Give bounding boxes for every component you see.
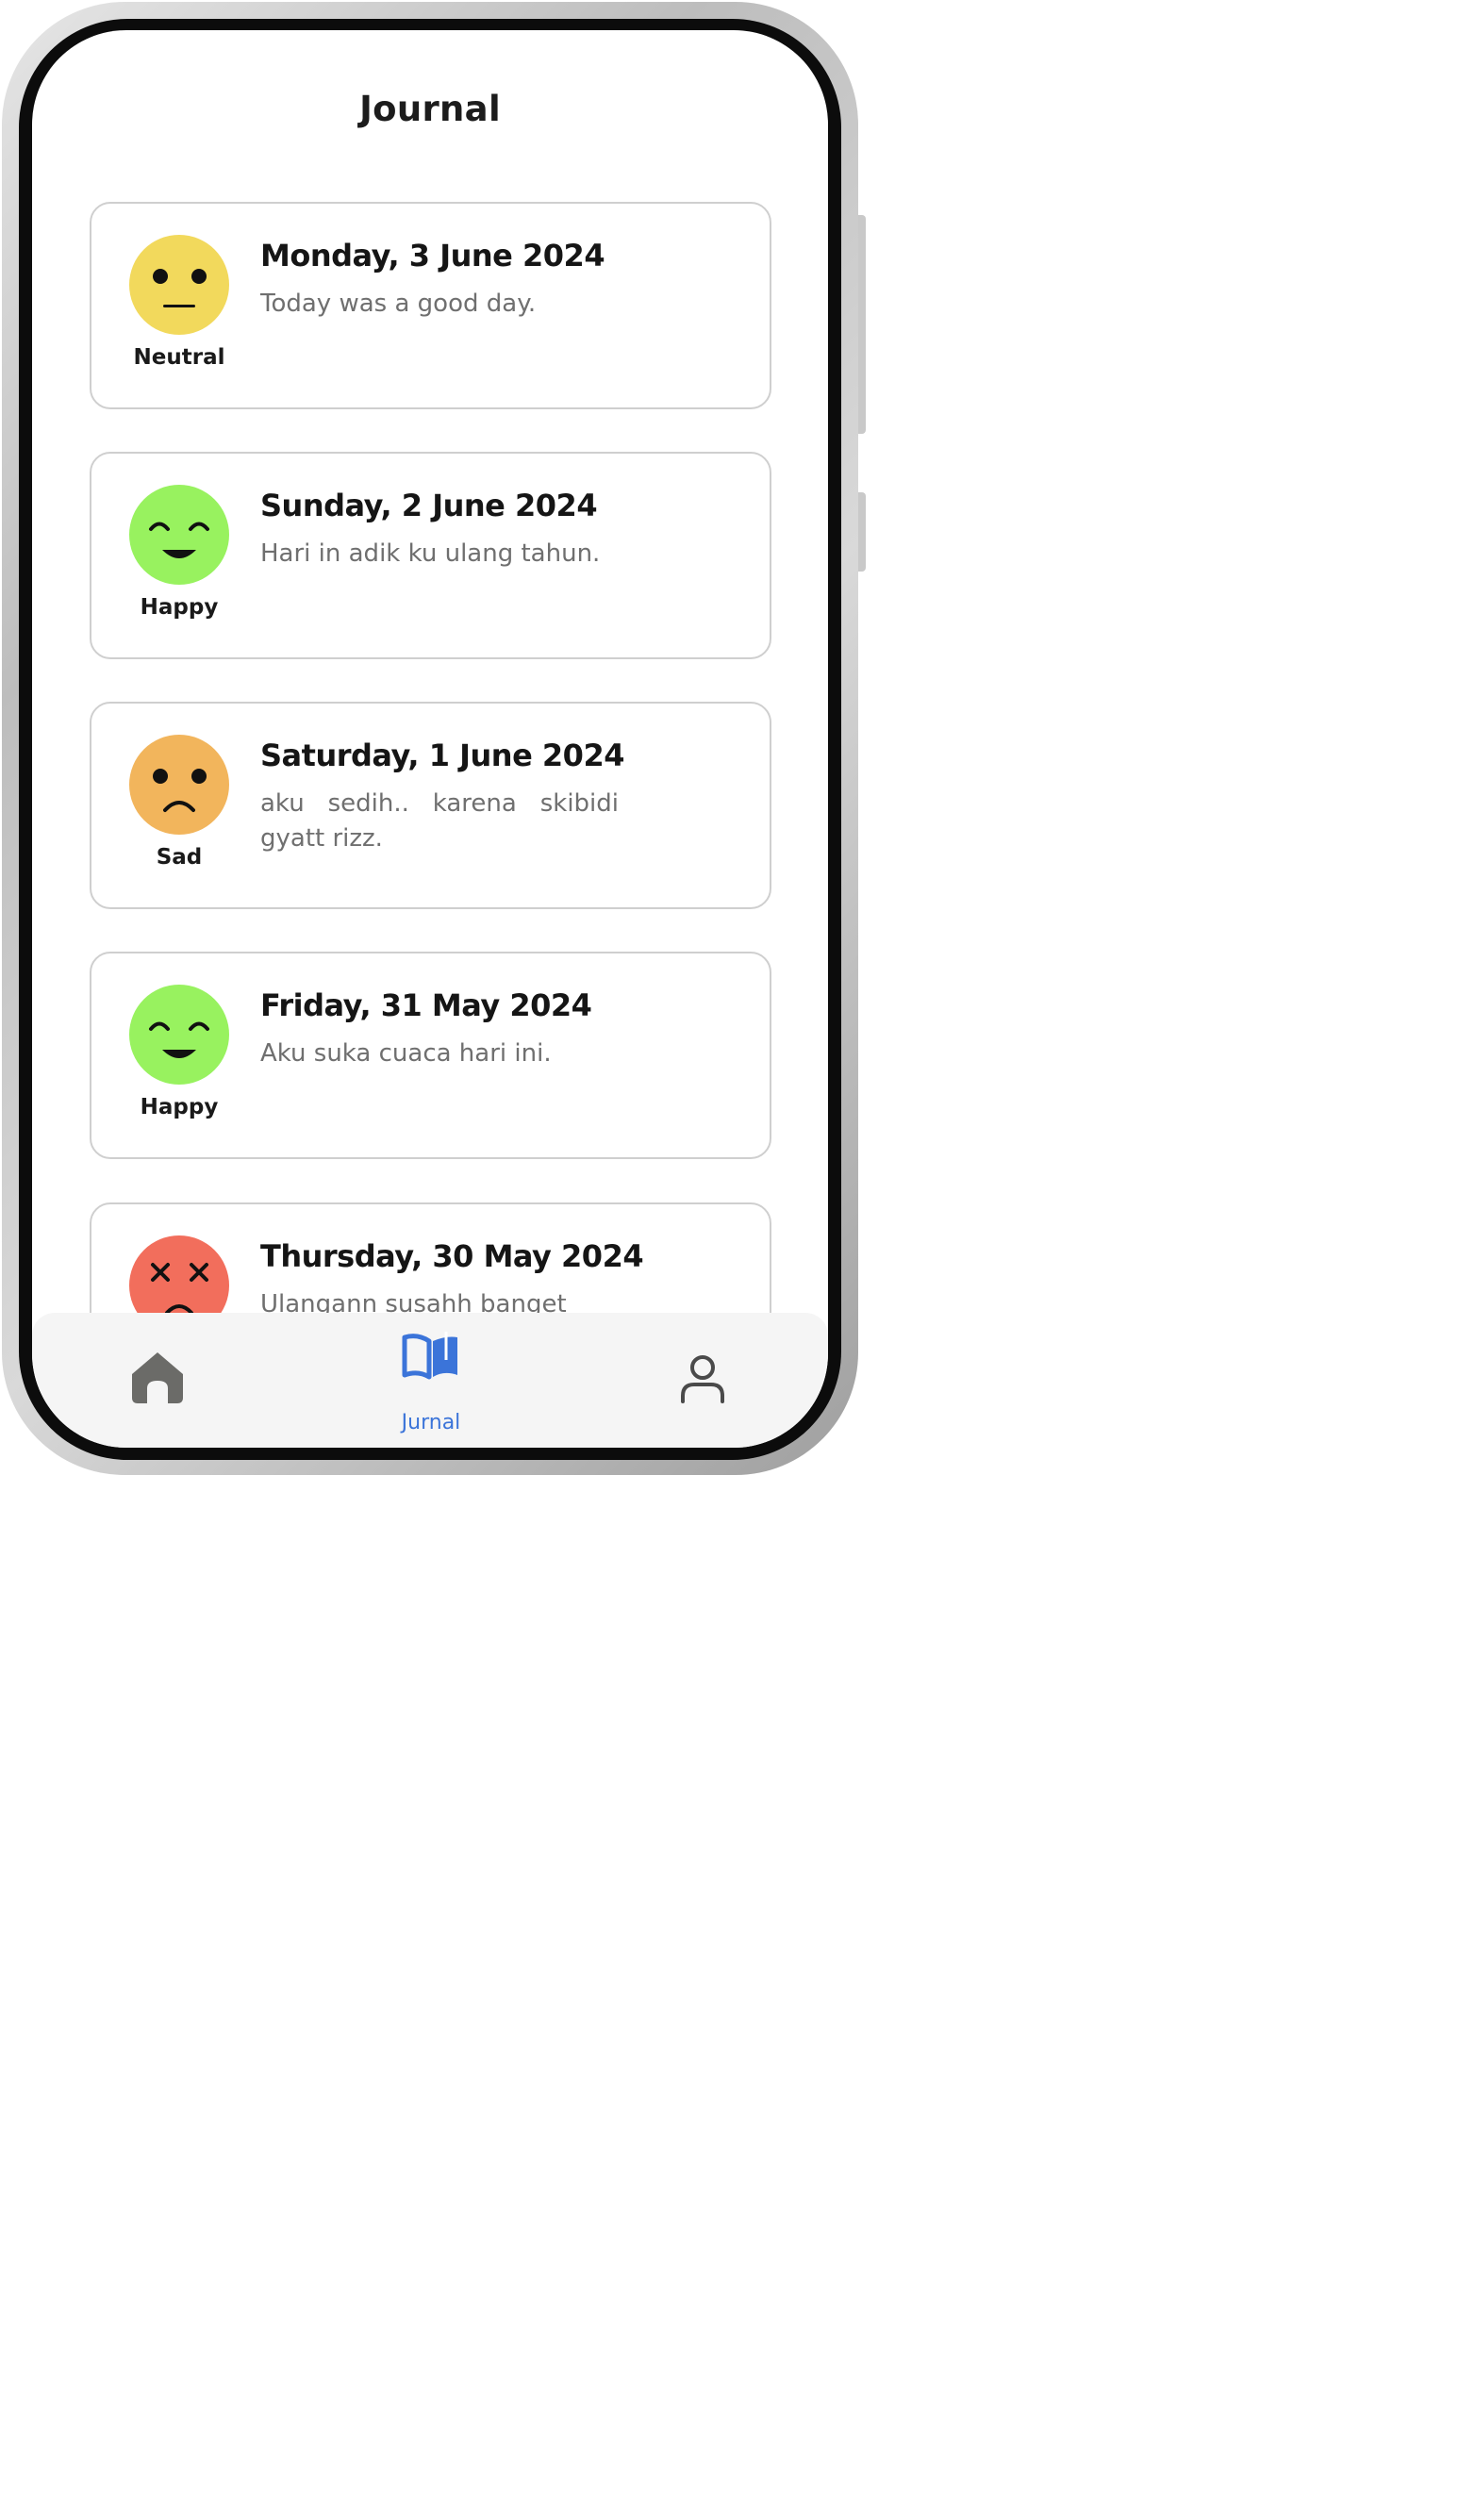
nav-home-button[interactable] xyxy=(113,1339,198,1424)
phone-side-button xyxy=(858,492,866,572)
neutral-face-icon xyxy=(129,235,229,335)
entry-preview: Today was a good day. xyxy=(260,290,537,318)
journal-entry-card[interactable]: Happy Friday, 31 May 2024 Aku suka cuaca… xyxy=(90,952,771,1159)
sad-face-icon xyxy=(129,735,229,835)
entry-date: Sunday, 2 June 2024 xyxy=(260,488,598,523)
happy-face-icon xyxy=(129,485,229,585)
bottom-navigation: Jurnal xyxy=(32,1313,828,1448)
journal-entry-card[interactable]: Happy Sunday, 2 June 2024 Hari in adik k… xyxy=(90,452,771,659)
entry-date: Friday, 31 May 2024 xyxy=(260,987,592,1023)
nav-journal-button[interactable]: Jurnal xyxy=(374,1324,488,1441)
entry-preview: Hari in adik ku ulang tahun. xyxy=(260,539,601,568)
mood-label: Happy xyxy=(140,1095,219,1119)
nav-label: Jurnal xyxy=(401,1411,461,1434)
entry-preview: Aku suka cuaca hari ini. xyxy=(260,1039,552,1068)
entry-date: Thursday, 30 May 2024 xyxy=(260,1238,644,1274)
app-screen: Journal Neutral Monday, 3 June 2024 Toda… xyxy=(32,30,828,1448)
journal-entry-card[interactable]: Sad Saturday, 1 June 2024 aku sedih.. ka… xyxy=(90,702,771,909)
profile-icon xyxy=(681,1355,724,1403)
entry-date: Saturday, 1 June 2024 xyxy=(260,738,624,773)
home-icon xyxy=(132,1352,183,1403)
phone-side-button xyxy=(858,215,866,434)
mood-label: Happy xyxy=(140,595,219,620)
mood-label: Neutral xyxy=(133,345,225,370)
nav-profile-button[interactable] xyxy=(660,1339,745,1424)
page-title: Journal xyxy=(359,89,501,129)
mood-label: Sad xyxy=(156,845,203,870)
entry-preview: aku sedih.. karena skibidi gyatt rizz. xyxy=(260,789,619,853)
entry-date: Monday, 3 June 2024 xyxy=(260,238,605,274)
happy-face-icon xyxy=(129,985,229,1085)
book-icon xyxy=(402,1332,457,1380)
journal-entry-card[interactable]: Neutral Monday, 3 June 2024 Today was a … xyxy=(90,202,771,409)
